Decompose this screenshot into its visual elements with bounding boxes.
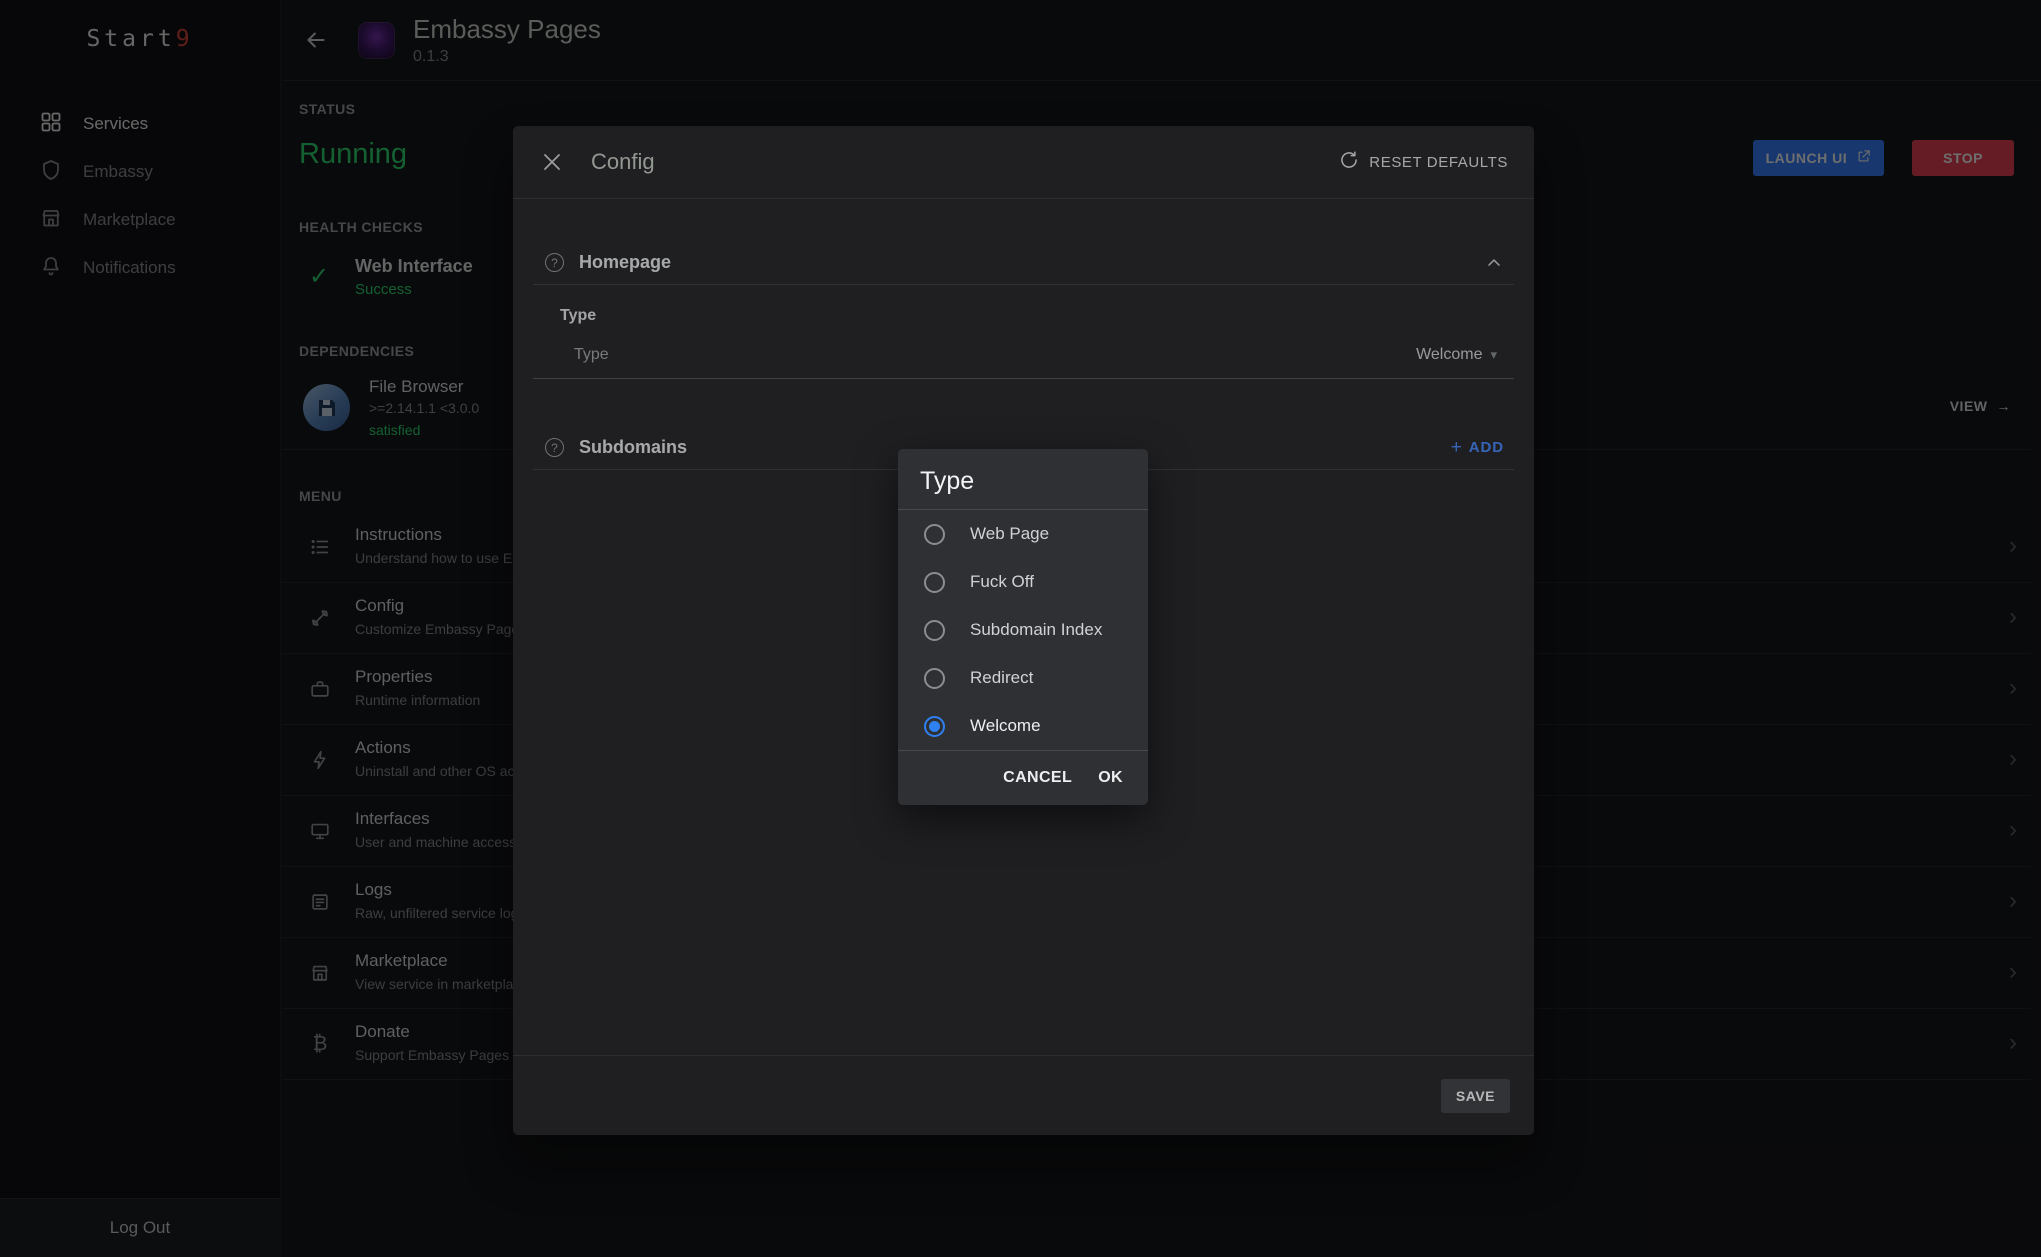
app-root: Start9 Services Embassy Marketplace Noti… xyxy=(0,0,2041,1257)
type-dialog: Type Web Page Fuck Off Subdomain Index R… xyxy=(898,449,1148,805)
ok-button[interactable]: OK xyxy=(1098,769,1123,787)
radio-icon[interactable] xyxy=(924,572,945,593)
radio-icon[interactable] xyxy=(924,668,945,689)
cancel-button[interactable]: CANCEL xyxy=(1003,769,1072,787)
radio-icon[interactable] xyxy=(924,620,945,641)
radio-option-web-page[interactable]: Web Page xyxy=(898,510,1148,558)
radio-option-redirect[interactable]: Redirect xyxy=(898,654,1148,702)
radio-option-subdomain-index[interactable]: Subdomain Index xyxy=(898,606,1148,654)
radio-option-welcome[interactable]: Welcome xyxy=(898,702,1148,750)
radio-icon[interactable] xyxy=(924,524,945,545)
dialog-title: Type xyxy=(898,449,1148,510)
radio-option-fuck-off[interactable]: Fuck Off xyxy=(898,558,1148,606)
radio-selected-icon[interactable] xyxy=(924,716,945,737)
dialog-actions: CANCEL OK xyxy=(898,750,1148,805)
